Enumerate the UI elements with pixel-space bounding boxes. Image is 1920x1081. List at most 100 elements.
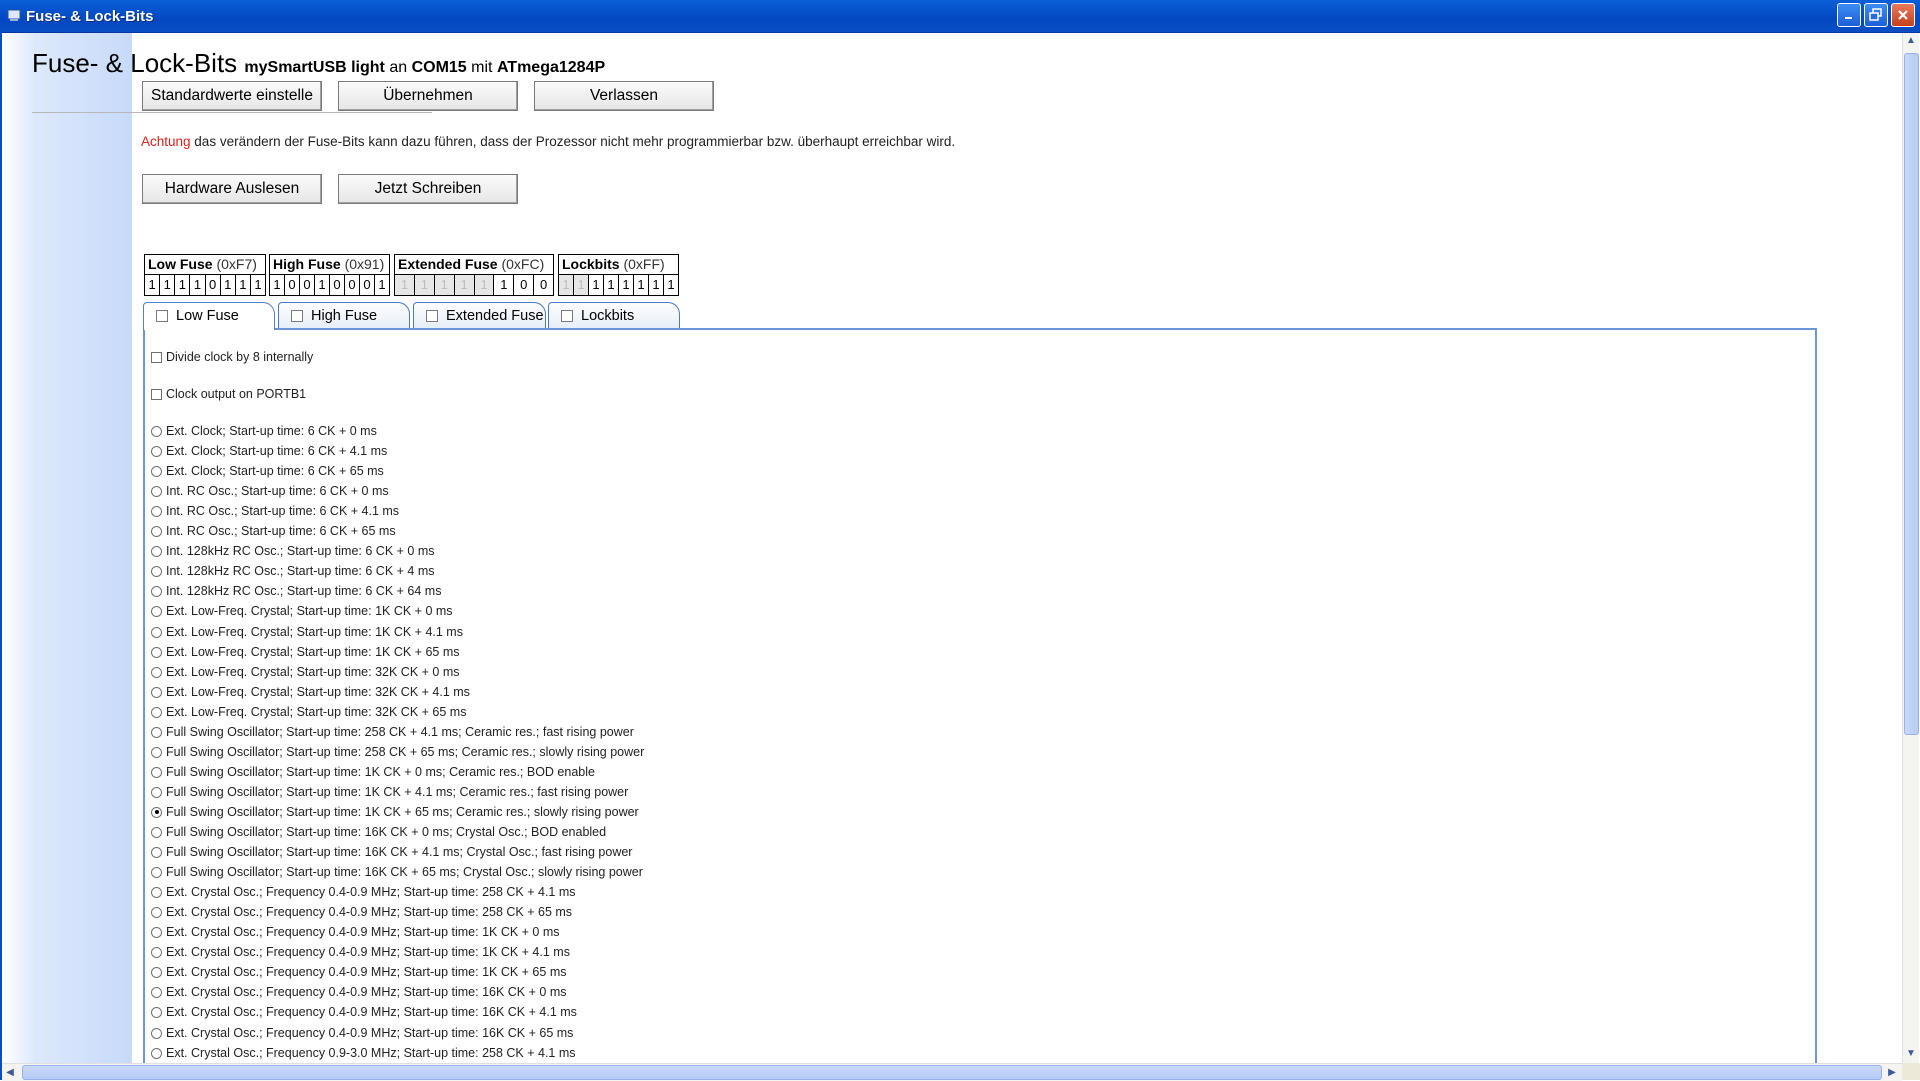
vertical-scrollbar[interactable]: ▲ ▼ [1902, 33, 1919, 1063]
tab-checkbox[interactable] [156, 310, 168, 322]
fuse-bit-cell: 0 [360, 275, 375, 295]
option-label: Ext. Low-Freq. Crystal; Start-up time: 3… [166, 664, 460, 679]
radio-button[interactable] [151, 827, 162, 838]
tab-label: High Fuse [311, 308, 378, 324]
option-label: Ext. Crystal Osc.; Frequency 0.4-0.9 MHz… [166, 925, 560, 940]
port-name: COM15 [411, 59, 467, 76]
fuse-bit-cell: 1 [175, 275, 191, 295]
option-label: Ext. Low-Freq. Crystal; Start-up time: 3… [166, 684, 470, 699]
option-label: Ext. Low-Freq. Crystal; Start-up time: 3… [166, 704, 467, 719]
tab-label: Lockbits [581, 308, 635, 324]
option-label: Ext. Crystal Osc.; Frequency 0.4-0.9 MHz… [166, 885, 576, 900]
option-label: Full Swing Oscillator; Start-up time: 25… [166, 724, 634, 739]
fuse-header: Lockbits (0xFF) [559, 255, 678, 275]
option-label: Int. 128kHz RC Osc.; Start-up time: 6 CK… [166, 584, 442, 599]
radio-button[interactable] [151, 426, 162, 437]
tab-extended-fuse[interactable]: Extended Fuse [413, 302, 546, 329]
title-bar[interactable]: Fuse- & Lock-Bits [0, 0, 1920, 33]
tab-high-fuse[interactable]: High Fuse [278, 302, 410, 329]
fuse-bit-cell: 1 [589, 275, 604, 295]
option-label: Ext. Crystal Osc.; Frequency 0.4-0.9 MHz… [166, 1005, 577, 1020]
option-label: Ext. Clock; Start-up time: 6 CK + 65 ms [166, 464, 384, 479]
scroll-down-icon[interactable]: ▼ [1903, 1046, 1919, 1062]
fuse-bit-cell: 1 [145, 275, 161, 295]
horizontal-scrollbar[interactable]: ◀ ▶ [2, 1063, 1902, 1081]
read-hardware-button[interactable]: Hardware Auslesen [142, 174, 322, 204]
tab-lockbits[interactable]: Lockbits [548, 302, 680, 329]
radio-button[interactable] [151, 726, 162, 738]
fuse-bit-cell: 1 [160, 275, 176, 295]
radio-button[interactable] [151, 786, 162, 798]
fuse-bit-cell: 0 [285, 275, 300, 295]
tab-low-fuse[interactable]: Low Fuse [143, 302, 275, 330]
fuse-block: Low Fuse (0xF7) 1 1 1 1 0 1 1 1 [144, 254, 266, 296]
window-title: Fuse- & Lock-Bits [26, 8, 154, 25]
option-label: Full Swing Oscillator; Start-up time: 16… [166, 845, 633, 860]
fuse-bit-cell: 1 [395, 275, 415, 295]
radio-button[interactable] [151, 666, 162, 678]
restore-icon[interactable] [1864, 3, 1888, 27]
fuse-bit-cell: 1 [254, 277, 262, 292]
fuse-bit-cell: 1 [474, 275, 495, 295]
write-now-button[interactable]: Jetzt Schreiben [338, 174, 518, 204]
warning-message: das verändern der Fuse-Bits kann dazu fü… [190, 134, 956, 149]
radio-button[interactable] [151, 847, 162, 859]
page-title: Fuse- & Lock-Bits mySmartUSB light an CO… [32, 48, 605, 79]
word-an: an [389, 59, 408, 76]
fuse-bit-cell: 1 [315, 275, 330, 295]
radio-button[interactable] [151, 806, 162, 818]
fuse-bit-cell: 1 [559, 275, 574, 295]
option-label: Ext. Crystal Osc.; Frequency 0.4-0.9 MHz… [166, 905, 573, 920]
minimize-icon[interactable] [1837, 3, 1861, 27]
scrollbar-thumb[interactable] [1904, 53, 1919, 735]
scrollbar-thumb[interactable] [22, 1065, 1882, 1080]
warning-keyword: Achtung [141, 134, 191, 149]
option-label: Ext. Crystal Osc.; Frequency 0.9-3.0 MHz… [166, 1045, 576, 1060]
option-label: Full Swing Oscillator; Start-up time: 25… [166, 744, 645, 759]
fuse-header: Low Fuse (0xF7) [145, 255, 265, 275]
option-label: Full Swing Oscillator; Start-up time: 16… [166, 825, 607, 839]
tab-checkbox[interactable] [291, 310, 303, 322]
tab-checkbox[interactable] [561, 310, 573, 322]
fuse-name: High Fuse [273, 256, 341, 272]
fuse-bit-cell: 1 [454, 275, 475, 295]
close-icon[interactable] [1891, 3, 1915, 27]
fuse-header: Extended Fuse (0xFC) [395, 255, 553, 275]
radio-button[interactable] [151, 646, 162, 658]
checkbox[interactable] [151, 389, 162, 400]
option-label: Int. RC Osc.; Start-up time: 6 CK + 65 m… [166, 524, 396, 539]
radio-button[interactable] [151, 626, 162, 638]
apply-button[interactable]: Übernehmen [338, 81, 518, 111]
option-label: Ext. Clock; Start-up time: 6 CK + 0 ms [166, 424, 377, 438]
radio-button[interactable] [151, 446, 162, 458]
radio-button[interactable] [151, 706, 162, 718]
fuse-hex: (0xFC) [501, 256, 545, 272]
fuse-bit-cell: 0 [300, 275, 315, 295]
fuse-bit-cell: 0 [330, 275, 345, 295]
fuse-bit-cell: 1 [236, 275, 251, 295]
radio-button[interactable] [151, 686, 162, 698]
option-label: Ext. Crystal Osc.; Frequency 0.4-0.9 MHz… [166, 1025, 574, 1040]
radio-button[interactable] [151, 766, 162, 778]
scroll-up-icon[interactable]: ▲ [1903, 33, 1919, 49]
radio-button[interactable] [151, 1027, 162, 1039]
header-divider [32, 112, 432, 113]
radio-button[interactable] [151, 746, 162, 758]
radio-button[interactable] [151, 1047, 162, 1059]
option-label: Ext. Low-Freq. Crystal; Start-up time: 1… [166, 604, 453, 619]
app-icon [7, 9, 21, 21]
option-label: Full Swing Oscillator; Start-up time: 1K… [166, 804, 639, 819]
checkbox[interactable] [151, 352, 162, 363]
set-defaults-button[interactable]: Standardwerte einstelle [142, 81, 322, 111]
fuse-bit-cell: 1 [634, 275, 649, 295]
tab-checkbox[interactable] [426, 310, 438, 322]
option-label: Ext. Clock; Start-up time: 6 CK + 4.1 ms [166, 444, 388, 459]
fuse-bit-cell: 1 [619, 275, 634, 295]
exit-button[interactable]: Verlassen [534, 81, 714, 111]
option-label: Int. 128kHz RC Osc.; Start-up time: 6 CK… [166, 564, 435, 579]
tab-label: Low Fuse [176, 308, 239, 324]
fuse-bit-cell: 0 [206, 275, 221, 295]
scroll-left-icon[interactable]: ◀ [2, 1064, 18, 1081]
scroll-right-icon[interactable]: ▶ [1884, 1064, 1900, 1081]
fuse-block: Lockbits (0xFF) 1 1 1 1 1 1 1 1 [558, 254, 679, 296]
